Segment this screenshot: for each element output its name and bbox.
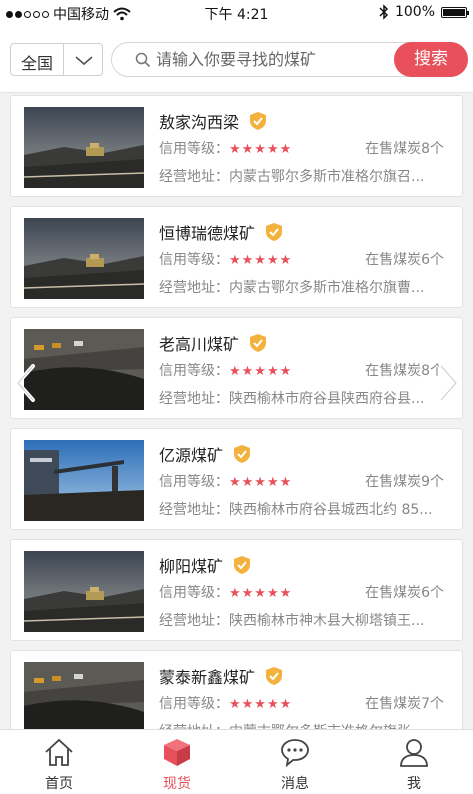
stock-count: 在售煤炭6个 xyxy=(365,585,444,601)
mine-photo xyxy=(24,218,144,299)
address-label: 经营地址： xyxy=(159,391,229,407)
verified-badge-icon xyxy=(234,556,251,574)
address-value: 陕西榆林市神木县大柳塔镇王... xyxy=(229,613,425,629)
region-label: 全国 xyxy=(21,54,54,73)
stock-count: 在售煤炭8个 xyxy=(365,141,444,157)
verified-badge-icon xyxy=(234,445,251,463)
mine-name-text: 亿源煤矿 xyxy=(159,446,224,465)
mine-name: 恒博瑞德煤矿 xyxy=(159,220,284,244)
tab-messages[interactable]: 消息 xyxy=(236,730,354,794)
mine-name: 老高川煤矿 xyxy=(159,331,268,355)
stock-count: 在售煤炭6个 xyxy=(365,252,444,268)
mine-card[interactable]: 柳阳煤矿 信用等级：★★★★★ 在售煤炭6个 经营地址：陕西榆林市神木县大柳塔镇… xyxy=(10,539,463,641)
credit-row: 信用等级：★★★★★ xyxy=(159,249,292,269)
mine-photo xyxy=(24,329,144,410)
credit-label: 信用等级： xyxy=(159,696,229,712)
mine-card[interactable]: 恒博瑞德煤矿 信用等级：★★★★★ 在售煤炭6个 经营地址：内蒙古鄂尔多斯市准格… xyxy=(10,206,463,308)
mine-name: 亿源煤矿 xyxy=(159,442,252,466)
chevron-left-icon[interactable] xyxy=(13,363,39,403)
credit-stars: ★★★★★ xyxy=(229,475,293,490)
battery-percent: 100% xyxy=(394,4,435,20)
mine-card[interactable]: 亿源煤矿 信用等级：★★★★★ 在售煤炭9个 经营地址：陕西榆林市府谷县城西北约… xyxy=(10,428,463,530)
mine-photo xyxy=(24,440,144,521)
address-label: 经营地址： xyxy=(159,169,229,185)
stock-count: 在售煤炭7个 xyxy=(365,696,444,712)
mine-photo xyxy=(24,551,144,632)
bluetooth-icon xyxy=(379,4,389,20)
home-icon xyxy=(45,738,73,766)
search-input[interactable] xyxy=(156,46,386,72)
address-row: 经营地址：内蒙古鄂尔多斯市准格尔旗召... xyxy=(159,166,454,186)
address-row: 经营地址：陕西榆林市府谷县城西北约 85... xyxy=(159,499,454,519)
credit-stars: ★★★★★ xyxy=(229,697,293,712)
mine-card[interactable]: 老高川煤矿 信用等级：★★★★★ 在售煤炭8个 经营地址：陕西榆林市府谷县陕西府… xyxy=(10,317,463,419)
mine-name: 蒙泰新鑫煤矿 xyxy=(159,664,284,688)
region-divider xyxy=(63,44,64,75)
credit-stars: ★★★★★ xyxy=(229,586,293,601)
credit-label: 信用等级： xyxy=(159,252,229,268)
tab-bar: 首页 现货 消息 我 xyxy=(0,729,473,794)
address-value: 内蒙古鄂尔多斯市准格尔旗召... xyxy=(229,169,425,185)
credit-label: 信用等级： xyxy=(159,141,229,157)
verified-badge-icon xyxy=(266,667,283,685)
tab-label: 首页 xyxy=(45,776,73,792)
tab-label: 现货 xyxy=(163,776,191,792)
mine-name-text: 老高川煤矿 xyxy=(159,335,240,354)
address-row: 经营地址：内蒙古鄂尔多斯市准格尔旗曹... xyxy=(159,277,454,297)
status-right: 100% xyxy=(379,4,469,20)
verified-badge-icon xyxy=(250,334,267,352)
chevron-right-icon[interactable] xyxy=(435,363,461,403)
credit-row: 信用等级：★★★★★ xyxy=(159,582,292,602)
credit-label: 信用等级： xyxy=(159,363,229,379)
region-selector[interactable]: 全国 xyxy=(10,43,103,76)
search-button[interactable]: 搜索 xyxy=(394,42,468,77)
address-row: 经营地址：陕西榆林市府谷县陕西府谷县... xyxy=(159,388,454,408)
address-label: 经营地址： xyxy=(159,502,229,518)
verified-badge-icon xyxy=(266,223,283,241)
mine-name: 敖家沟西梁 xyxy=(159,109,268,133)
credit-stars: ★★★★★ xyxy=(229,364,293,379)
mine-name-text: 蒙泰新鑫煤矿 xyxy=(159,668,256,687)
verified-badge-icon xyxy=(250,112,267,130)
credit-row: 信用等级：★★★★★ xyxy=(159,360,292,380)
address-row: 经营地址：陕西榆林市神木县大柳塔镇王... xyxy=(159,610,454,630)
stock-count: 在售煤炭9个 xyxy=(365,474,444,490)
tab-label: 我 xyxy=(407,776,421,792)
credit-label: 信用等级： xyxy=(159,474,229,490)
mine-name: 柳阳煤矿 xyxy=(159,553,252,577)
credit-stars: ★★★★★ xyxy=(229,142,293,157)
credit-stars: ★★★★★ xyxy=(229,253,293,268)
cube-icon xyxy=(164,739,190,766)
credit-row: 信用等级：★★★★★ xyxy=(159,471,292,491)
tab-spot[interactable]: 现货 xyxy=(118,730,236,794)
search-box: 搜索 xyxy=(111,42,468,77)
credit-row: 信用等级：★★★★★ xyxy=(159,138,292,158)
credit-label: 信用等级： xyxy=(159,585,229,601)
stock-count: 在售煤炭8个 xyxy=(365,363,444,379)
search-icon xyxy=(135,52,151,68)
mine-name-text: 柳阳煤矿 xyxy=(159,557,224,576)
credit-row: 信用等级：★★★★★ xyxy=(159,693,292,713)
tab-label: 消息 xyxy=(281,776,309,792)
address-value: 陕西榆林市府谷县陕西府谷县... xyxy=(229,391,425,407)
mine-photo xyxy=(24,107,144,188)
tab-me[interactable]: 我 xyxy=(355,730,473,794)
status-bar: 中国移动 下午 4:21 100% xyxy=(0,0,473,26)
mine-name-text: 敖家沟西梁 xyxy=(159,113,240,132)
message-icon xyxy=(281,739,309,767)
address-label: 经营地址： xyxy=(159,280,229,296)
address-value: 内蒙古鄂尔多斯市准格尔旗曹... xyxy=(229,280,425,296)
user-icon xyxy=(400,739,428,767)
battery-icon xyxy=(441,6,469,18)
address-value: 陕西榆林市府谷县城西北约 85... xyxy=(229,502,433,518)
address-label: 经营地址： xyxy=(159,613,229,629)
mine-name-text: 恒博瑞德煤矿 xyxy=(159,224,256,243)
tab-home[interactable]: 首页 xyxy=(0,730,118,794)
chevron-down-icon xyxy=(75,56,93,66)
header: 全国 搜索 xyxy=(0,26,473,93)
mine-card[interactable]: 敖家沟西梁 信用等级：★★★★★ 在售煤炭8个 经营地址：内蒙古鄂尔多斯市准格尔… xyxy=(10,95,463,197)
